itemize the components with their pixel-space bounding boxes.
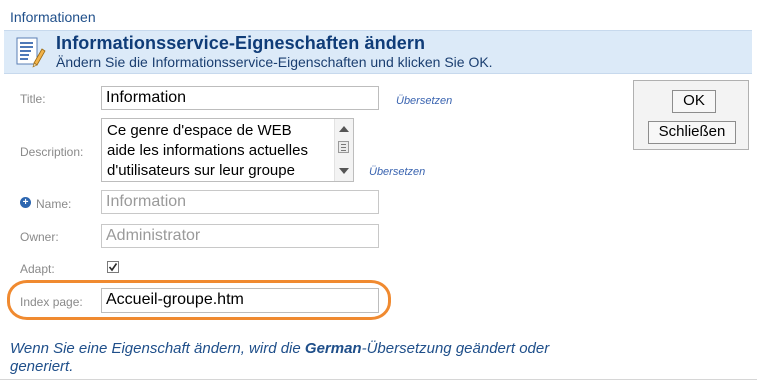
scroll-down-icon[interactable] bbox=[339, 168, 349, 174]
description-text: Ce genre d'espace de WEB aide les inform… bbox=[107, 121, 329, 181]
translation-note-part1: Wenn Sie eine Eigenschaft ändern, wird d… bbox=[10, 340, 305, 357]
owner-label: Owner: bbox=[20, 230, 59, 244]
scroll-thumb[interactable] bbox=[338, 141, 349, 153]
page-header: Informationsservice-Eigneschaften ändern… bbox=[4, 30, 752, 74]
name-input[interactable]: Information bbox=[101, 190, 379, 214]
index-page-input[interactable]: Accueil-groupe.htm bbox=[101, 288, 379, 313]
description-line: Ce genre d'espace de WEB bbox=[107, 122, 292, 139]
scroll-up-icon[interactable] bbox=[339, 126, 349, 132]
properties-page: Informationen Informationsservice-Eignes… bbox=[0, 0, 757, 381]
close-button[interactable]: Schließen bbox=[648, 121, 736, 144]
description-line: aide les informations actuelles bbox=[107, 142, 308, 159]
description-textarea[interactable]: Ce genre d'espace de WEB aide les inform… bbox=[101, 118, 354, 182]
bottom-divider bbox=[0, 379, 757, 380]
document-edit-icon bbox=[14, 35, 46, 69]
title-translate-link[interactable]: Übersetzen bbox=[396, 95, 452, 107]
description-line: d'utilisateurs sur leur groupe bbox=[107, 162, 295, 179]
checkmark-icon bbox=[108, 263, 118, 272]
title-input[interactable]: Information bbox=[101, 86, 379, 110]
description-scrollbar[interactable] bbox=[334, 119, 353, 181]
plus-circle-icon: + bbox=[20, 197, 31, 208]
description-label: Description: bbox=[20, 145, 84, 159]
title-label: Title: bbox=[20, 92, 46, 106]
name-label: Name: bbox=[36, 197, 72, 211]
adapt-checkbox[interactable] bbox=[107, 261, 119, 273]
page-title: Informationsservice-Eigneschaften ändern bbox=[56, 33, 426, 53]
index-page-label: Index page: bbox=[20, 295, 83, 309]
breadcrumb[interactable]: Informationen bbox=[10, 9, 96, 25]
ok-button[interactable]: OK bbox=[672, 90, 716, 113]
description-translate-link[interactable]: Übersetzen bbox=[369, 166, 425, 178]
owner-input[interactable]: Administrator bbox=[101, 224, 379, 248]
translation-note: Wenn Sie eine Eigenschaft ändern, wird d… bbox=[10, 340, 610, 376]
adapt-label: Adapt: bbox=[20, 262, 55, 276]
page-subtitle: Ändern Sie die Informationsservice-Eigen… bbox=[56, 54, 493, 70]
button-panel: OK Schließen bbox=[633, 80, 749, 150]
translation-language: German bbox=[304, 340, 362, 357]
